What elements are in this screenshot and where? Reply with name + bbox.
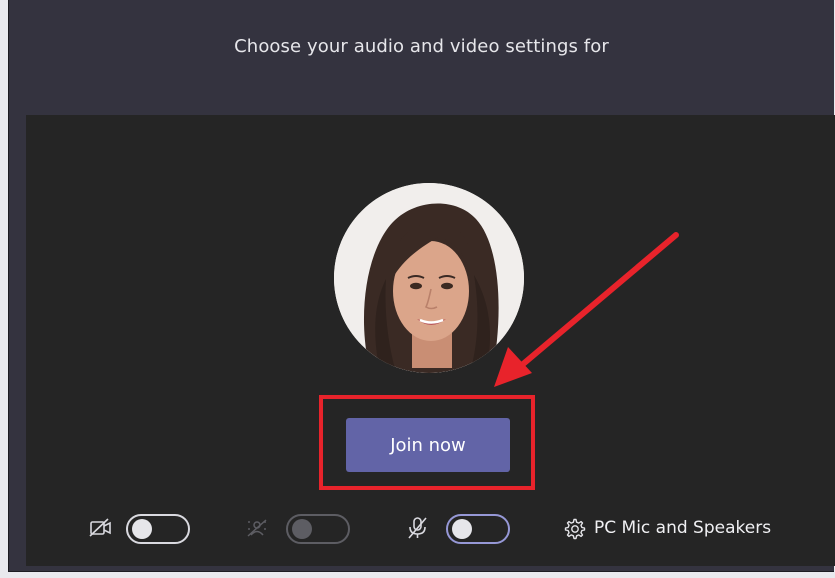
dialog-heading: Choose your audio and video settings for [234, 36, 609, 57]
user-avatar [334, 183, 524, 373]
mic-toggle-knob [452, 519, 472, 539]
audio-device-label[interactable]: PC Mic and Speakers [594, 518, 771, 538]
camera-off-icon [88, 515, 114, 541]
join-now-button[interactable]: Join now [346, 418, 510, 472]
background-blur-toggle-knob [292, 519, 312, 539]
video-preview: Join now PC Mic and Speakers [26, 115, 835, 566]
mic-toggle[interactable] [446, 514, 510, 544]
device-controls: PC Mic and Speakers [26, 509, 835, 549]
camera-toggle[interactable] [126, 514, 190, 544]
join-dialog: Choose your audio and video settings for [8, 0, 835, 572]
mic-off-icon [404, 515, 430, 541]
background-blur-toggle[interactable] [286, 514, 350, 544]
camera-toggle-knob [132, 519, 152, 539]
avatar-portrait [334, 183, 524, 373]
background-blur-icon [244, 515, 270, 541]
gear-icon[interactable] [561, 516, 587, 542]
